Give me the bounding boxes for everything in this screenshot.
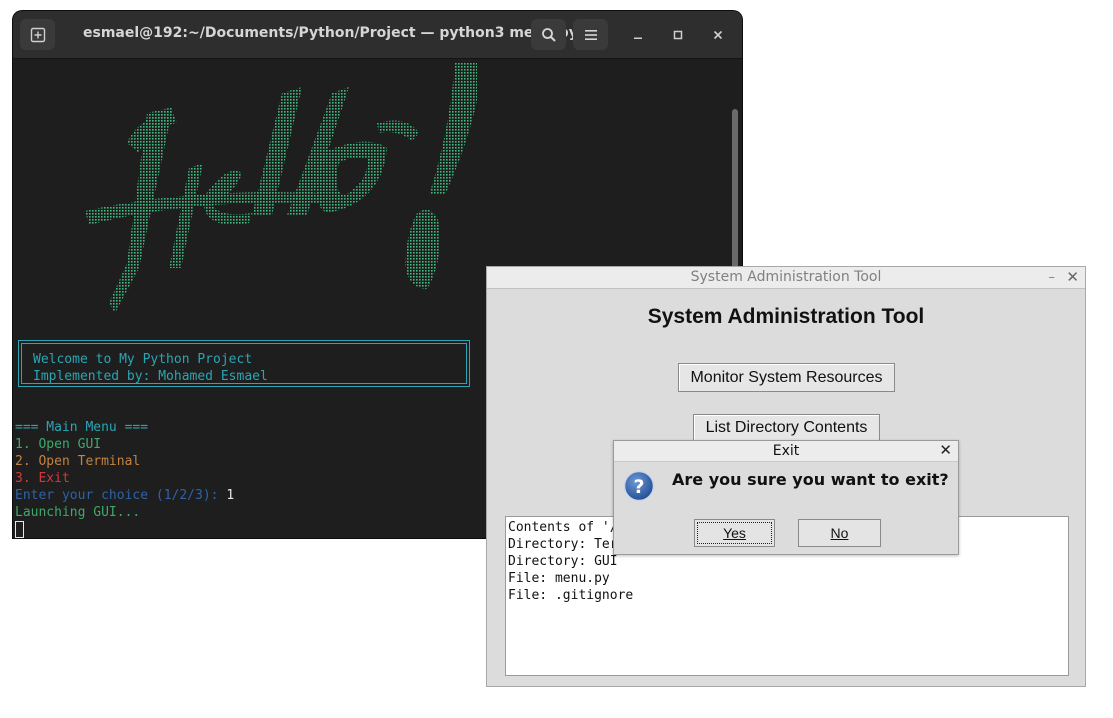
exit-dialog: Exit ✕ ? Are you sure you want to exit? … bbox=[613, 440, 959, 555]
prompt-line: Enter your choice (1/2/3): 1 bbox=[15, 487, 234, 504]
admin-tool-heading: System Administration Tool bbox=[647, 305, 925, 328]
choice-prompt: Enter your choice (1/2/3): bbox=[15, 488, 227, 503]
close-icon[interactable]: ✕ bbox=[1066, 268, 1079, 286]
output-line: File: .gitignore bbox=[508, 588, 634, 603]
no-button-label: No bbox=[830, 525, 849, 541]
monitor-resources-button[interactable]: Monitor System Resources bbox=[678, 363, 895, 392]
terminal-title: esmael@192:~/Documents/Python/Project — … bbox=[83, 25, 578, 41]
yes-button-label: Yes bbox=[723, 525, 746, 541]
status-line: Launching GUI... bbox=[15, 505, 141, 520]
terminal-header-bar: esmael@192:~/Documents/Python/Project — … bbox=[13, 11, 742, 59]
search-icon bbox=[541, 27, 556, 42]
terminal-output: === Main Menu === 1. Open GUI 2. Open Te… bbox=[15, 419, 234, 538]
svg-text:?: ? bbox=[633, 476, 644, 498]
new-tab-button[interactable] bbox=[20, 19, 55, 50]
question-icon: ? bbox=[623, 470, 655, 502]
exit-dialog-message: Are you sure you want to exit? bbox=[672, 470, 949, 489]
minimize-icon[interactable]: – bbox=[1049, 270, 1056, 285]
choice-input: 1 bbox=[226, 488, 235, 503]
menu-option-open-gui: 1. Open GUI bbox=[15, 437, 102, 452]
welcome-line-1: Welcome to My Python Project bbox=[33, 352, 253, 367]
terminal-cursor bbox=[15, 521, 24, 538]
terminal-scrollbar[interactable] bbox=[732, 109, 738, 269]
welcome-line-2: Implemented by: Mohamed Esmael bbox=[33, 369, 268, 384]
list-directory-button[interactable]: List Directory Contents bbox=[693, 414, 880, 442]
menu-option-exit: 3. Exit bbox=[15, 471, 70, 486]
close-icon[interactable]: ✕ bbox=[939, 441, 952, 459]
maximize-button[interactable] bbox=[666, 24, 690, 46]
no-button[interactable]: No bbox=[798, 519, 881, 547]
new-tab-icon bbox=[30, 27, 45, 42]
admin-tool-titlebar: System Administration Tool – ✕ bbox=[487, 267, 1085, 289]
search-button[interactable] bbox=[531, 19, 566, 50]
close-button[interactable] bbox=[706, 24, 730, 46]
hamburger-icon bbox=[584, 29, 597, 40]
yes-button[interactable]: Yes bbox=[694, 519, 775, 547]
menu-option-open-terminal: 2. Open Terminal bbox=[15, 454, 141, 469]
close-icon bbox=[713, 30, 723, 40]
exit-dialog-title: Exit bbox=[772, 443, 800, 459]
cursor-line bbox=[15, 521, 234, 538]
welcome-box: Welcome to My Python Project Implemented… bbox=[18, 340, 470, 387]
minimize-button[interactable] bbox=[626, 24, 650, 46]
maximize-icon bbox=[673, 30, 683, 40]
ascii-art-hello bbox=[85, 63, 477, 313]
admin-tool-window-title: System Administration Tool bbox=[690, 269, 882, 285]
output-line: File: menu.py bbox=[508, 571, 610, 586]
menu-header: === Main Menu === bbox=[15, 420, 149, 435]
output-line: Directory: GUI bbox=[508, 554, 618, 569]
menu-button[interactable] bbox=[573, 19, 608, 50]
exit-dialog-titlebar: Exit ✕ bbox=[614, 441, 958, 462]
minimize-icon bbox=[634, 37, 642, 39]
